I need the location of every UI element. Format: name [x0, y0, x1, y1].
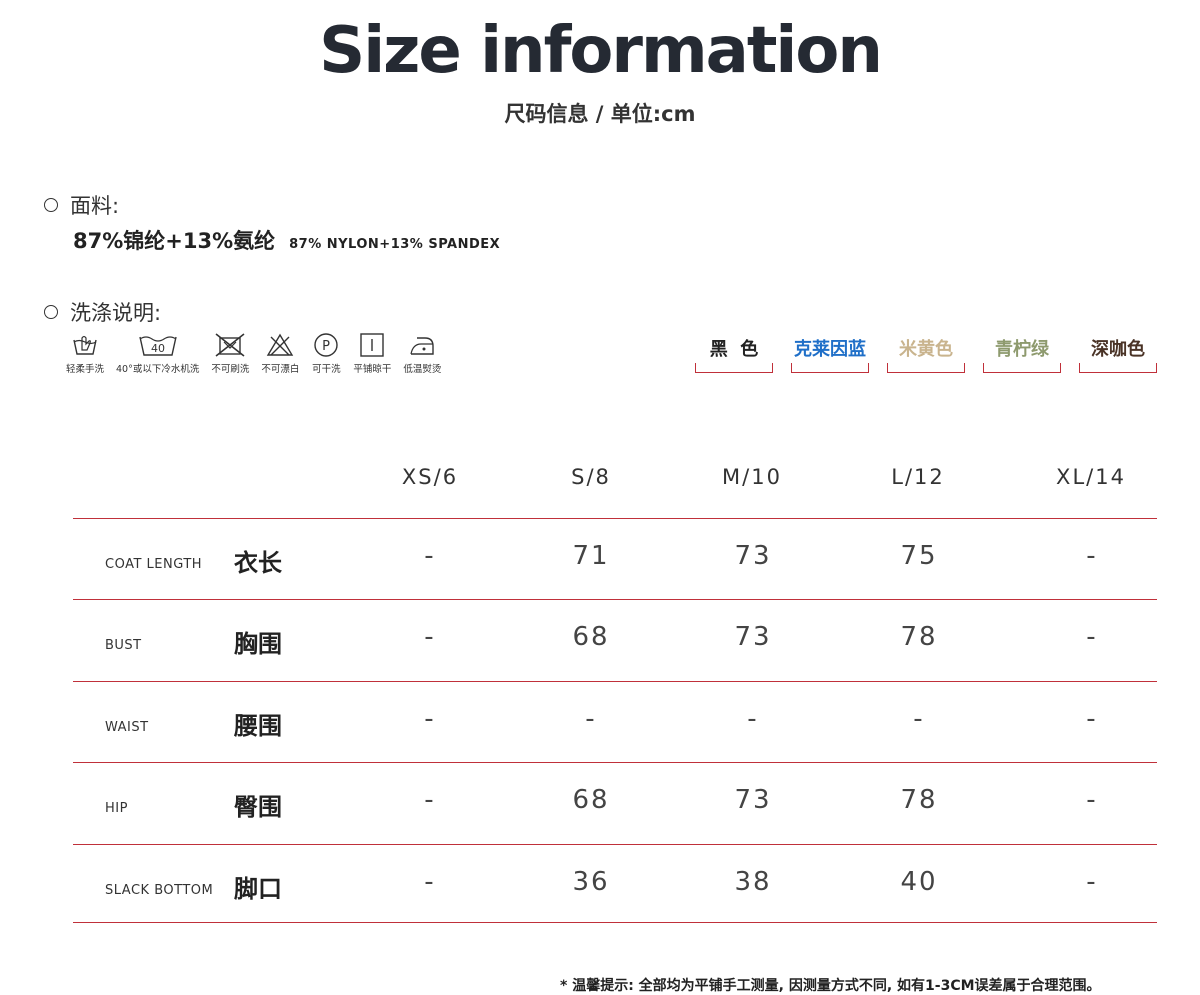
size-header-cell: XS/6	[401, 465, 459, 489]
fabric-value: 87%锦纶+13%氨纶 87% NYLON+13% SPANDEX	[73, 225, 500, 255]
hand-wash-icon	[73, 335, 97, 355]
size-header-cell: S/8	[571, 465, 611, 489]
care-item: 不可刷洗	[211, 332, 249, 375]
wash-label-text: 洗涤说明:	[70, 301, 162, 325]
table-bottom-rule	[73, 922, 1157, 923]
table-cell: -	[1086, 785, 1098, 815]
color-options: 黑 色 克莱因蓝 米黄色 青柠绿 深咖色	[695, 335, 1157, 373]
table-cell: -	[1086, 622, 1098, 652]
table-row: SLACK BOTTOM 脚口 - 36 38 40 -	[73, 844, 1157, 926]
size-header-cell: XL/14	[1056, 465, 1126, 489]
size-header-cell: L/12	[891, 465, 945, 489]
fabric-value-cn: 87%锦纶+13%氨纶	[73, 229, 276, 253]
size-header-row: XS/6 S/8 M/10 L/12 XL/14	[0, 465, 1200, 495]
table-cell: -	[1086, 541, 1098, 571]
table-cell: 73	[734, 785, 772, 815]
color-option-label: 米黄色	[899, 339, 953, 360]
color-option-klein-blue[interactable]: 克莱因蓝	[791, 335, 869, 373]
table-cell: 75	[900, 541, 938, 571]
footnote: * 温馨提示: 全部均为平铺手工测量, 因测量方式不同, 如有1-3CM误差属于…	[560, 978, 1101, 994]
care-item: 不可漂白	[261, 332, 299, 375]
color-bracket	[1079, 363, 1157, 373]
row-label-cn: 衣长	[234, 549, 282, 577]
table-row: BUST 胸围 - 68 73 78 -	[73, 599, 1157, 681]
row-label-en: SLACK BOTTOM	[105, 883, 214, 898]
table-cell: -	[424, 704, 436, 734]
care-icons: 轻柔手洗 40 40°或以下冷水机洗 不可刷洗 不可漂白 P 可干洗 平铺晾干 …	[66, 332, 453, 375]
table-cell: 73	[734, 541, 772, 571]
table-cell: 38	[734, 867, 772, 897]
table-cell: -	[424, 622, 436, 652]
size-header-cell: M/10	[722, 465, 782, 489]
color-option-lime-green[interactable]: 青柠绿	[983, 335, 1061, 373]
color-option-dark-brown[interactable]: 深咖色	[1079, 335, 1157, 373]
table-cell: 78	[900, 622, 938, 652]
table-cell: 36	[572, 867, 610, 897]
table-cell: 68	[572, 622, 610, 652]
table-cell: -	[424, 867, 436, 897]
row-label-en: WAIST	[105, 720, 149, 735]
color-bracket	[983, 363, 1061, 373]
care-item: P 可干洗	[311, 332, 341, 375]
color-bracket	[695, 363, 773, 373]
page-subtitle: 尺码信息 / 单位:cm	[504, 102, 696, 126]
care-item: 低温熨烫	[403, 332, 441, 375]
table-cell: 73	[734, 622, 772, 652]
color-option-label: 深咖色	[1091, 339, 1145, 360]
flat-dry-icon	[360, 333, 385, 357]
table-cell: 78	[900, 785, 938, 815]
dry-clean-icon: P	[314, 333, 339, 357]
table-row: HIP 臀围 - 68 73 78 -	[73, 762, 1157, 844]
page-title: Size information	[319, 14, 883, 88]
table-cell: 68	[572, 785, 610, 815]
table-cell: -	[424, 541, 436, 571]
care-item: 平铺晾干	[353, 332, 391, 375]
color-bracket	[887, 363, 965, 373]
row-label-cn: 胸围	[234, 630, 282, 658]
bullet-circle-icon	[44, 198, 58, 212]
bullet-circle-icon	[44, 305, 58, 319]
table-row: WAIST 腰围 - - - - -	[73, 681, 1157, 763]
row-label-en: COAT LENGTH	[105, 557, 203, 572]
machine-wash-40-icon: 40	[139, 336, 177, 356]
table-cell: -	[585, 704, 597, 734]
row-label-cn: 腰围	[234, 712, 282, 740]
color-option-black[interactable]: 黑 色	[695, 335, 773, 373]
row-label-cn: 脚口	[234, 875, 282, 903]
no-brush-icon	[215, 333, 245, 357]
care-item: 轻柔手洗	[66, 332, 104, 375]
table-cell: 40	[900, 867, 938, 897]
fabric-section-label: 面料:	[44, 190, 119, 220]
color-option-label: 黑 色	[709, 339, 759, 360]
low-iron-icon	[410, 337, 435, 355]
fabric-value-en: 87% NYLON+13% SPANDEX	[289, 237, 501, 252]
table-cell: -	[1086, 867, 1098, 897]
fabric-label-text: 面料:	[70, 194, 120, 218]
row-label-en: BUST	[105, 638, 142, 653]
table-cell: -	[1086, 704, 1098, 734]
table-cell: -	[424, 785, 436, 815]
table-cell: -	[747, 704, 759, 734]
no-bleach-icon	[267, 333, 294, 356]
color-option-beige[interactable]: 米黄色	[887, 335, 965, 373]
table-cell: 71	[572, 541, 610, 571]
svg-text:P: P	[322, 339, 330, 354]
table-cell: -	[913, 704, 925, 734]
color-option-label: 克莱因蓝	[794, 339, 866, 360]
color-bracket	[791, 363, 869, 373]
care-item: 40 40°或以下冷水机洗	[116, 332, 199, 375]
row-label-cn: 臀围	[234, 793, 282, 821]
svg-text:40: 40	[151, 342, 165, 355]
table-row: COAT LENGTH 衣长 - 71 73 75 -	[73, 518, 1157, 600]
row-label-en: HIP	[105, 801, 128, 816]
wash-section-label: 洗涤说明:	[44, 297, 161, 327]
color-option-label: 青柠绿	[995, 339, 1049, 360]
